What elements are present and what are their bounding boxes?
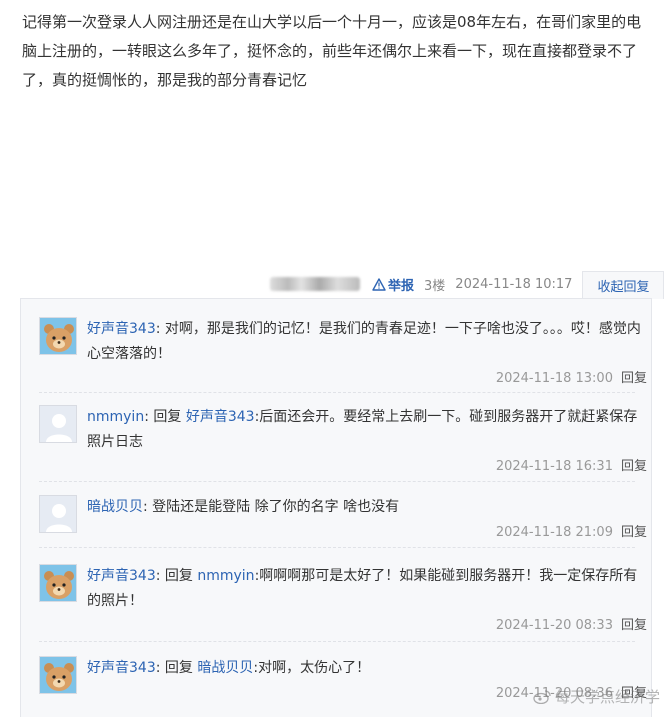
reply-button[interactable]: 回复 [621, 459, 647, 474]
report-label: 举报 [388, 278, 415, 294]
post-time: 2024-11-18 10:17 [455, 276, 573, 292]
divider [39, 481, 635, 482]
avatar[interactable] [39, 317, 77, 355]
divider [39, 392, 635, 393]
reply-item: nmmyin: 回复 好声音343:后面还会开。要经常上去刷一下。碰到服务器开了… [39, 405, 647, 475]
post-meta: 举报 3楼 2024-11-18 10:17 收起回复 [270, 270, 672, 299]
avatar[interactable] [39, 656, 77, 694]
bear-avatar-icon [40, 318, 76, 354]
reply-prefix: 回复 [164, 568, 193, 584]
reply-item: 暗战贝贝: 登陆还是能登陆 除了你的名字 啥也没有 2024-11-18 21:… [39, 495, 647, 545]
divider [39, 547, 635, 548]
reply-time: 2024-11-18 21:09 [495, 525, 613, 540]
reply-list: 好声音343: 对啊，那是我们的记忆！是我们的青春足迹！一下子啥也没了。。。哎！… [20, 298, 652, 717]
reply-item: 好声音343: 回复 nmmyin:啊啊啊那可是太好了！如果能碰到服务器开！我一… [39, 564, 647, 634]
reply-text: 好声音343: 回复 nmmyin:啊啊啊那可是太好了！如果能碰到服务器开！我一… [87, 568, 638, 609]
bear-avatar-icon [40, 565, 76, 601]
post-content: 记得第一次登录人人网注册还是在山大学以后一个十月一，应该是08年左右，在哥们家里… [22, 13, 642, 89]
blurred-author [270, 277, 360, 291]
avatar[interactable] [39, 564, 77, 602]
weibo-logo-icon [533, 690, 551, 704]
reply-button[interactable]: 回复 [621, 371, 647, 386]
watermark-text: 每天学点经济学 [554, 688, 660, 706]
default-avatar-icon [40, 406, 76, 442]
reply-footer: 2024-11-20 08:33 回复 [496, 614, 647, 633]
reply-username[interactable]: nmmyin [87, 409, 144, 425]
reply-text: 好声音343: 对啊，那是我们的记忆！是我们的青春足迹！一下子啥也没了。。。哎！… [87, 321, 641, 362]
avatar[interactable] [39, 405, 77, 443]
reply-time: 2024-11-18 16:31 [495, 459, 613, 474]
reply-prefix: 回复 [153, 409, 182, 425]
reply-button[interactable]: 回复 [621, 525, 647, 540]
reply-button[interactable]: 回复 [621, 618, 647, 633]
reply-text: 好声音343: 回复 暗战贝贝:对啊，太伤心了！ [87, 660, 371, 676]
reply-item: 好声音343: 对啊，那是我们的记忆！是我们的青春足迹！一下子啥也没了。。。哎！… [39, 317, 647, 387]
reply-footer: 2024-11-18 21:09 回复 [496, 521, 647, 540]
reply-target-username[interactable]: 好声音343 [186, 409, 255, 425]
reply-text: nmmyin: 回复 好声音343:后面还会开。要经常上去刷一下。碰到服务器开了… [87, 409, 638, 450]
collapse-replies-button[interactable]: 收起回复 [582, 271, 665, 299]
reply-text: 暗战贝贝: 登陆还是能登陆 除了你的名字 啥也没有 [87, 499, 400, 515]
reply-username[interactable]: 好声音343 [87, 568, 156, 584]
bear-avatar-icon [40, 657, 76, 693]
reply-footer: 2024-11-18 13:00 回复 [496, 367, 647, 386]
reply-target-username[interactable]: 暗战贝贝 [197, 660, 253, 676]
reply-content: 对啊，那是我们的记忆！是我们的青春足迹！一下子啥也没了。。。哎！感觉内心空落落的… [87, 321, 641, 362]
reply-target-username[interactable]: nmmyin [197, 568, 254, 584]
reply-prefix: 回复 [164, 660, 193, 676]
reply-username[interactable]: 好声音343 [87, 321, 156, 337]
report-button[interactable]: 举报 [372, 275, 414, 294]
reply-username[interactable]: 暗战贝贝 [87, 499, 143, 515]
warning-icon [372, 277, 386, 291]
floor-number: 3楼 [424, 278, 446, 294]
watermark: 每天学点经济学 [533, 686, 660, 707]
reply-time: 2024-11-18 13:00 [495, 371, 613, 386]
reply-footer: 2024-11-18 16:31 回复 [496, 455, 647, 474]
avatar[interactable] [39, 495, 77, 533]
reply-content: 登陆还是能登陆 除了你的名字 啥也没有 [152, 499, 400, 515]
reply-time: 2024-11-20 08:33 [495, 618, 613, 633]
default-avatar-icon [40, 496, 76, 532]
reply-username[interactable]: 好声音343 [87, 660, 156, 676]
divider [39, 641, 635, 642]
reply-content: :对啊，太伤心了！ [253, 660, 371, 676]
